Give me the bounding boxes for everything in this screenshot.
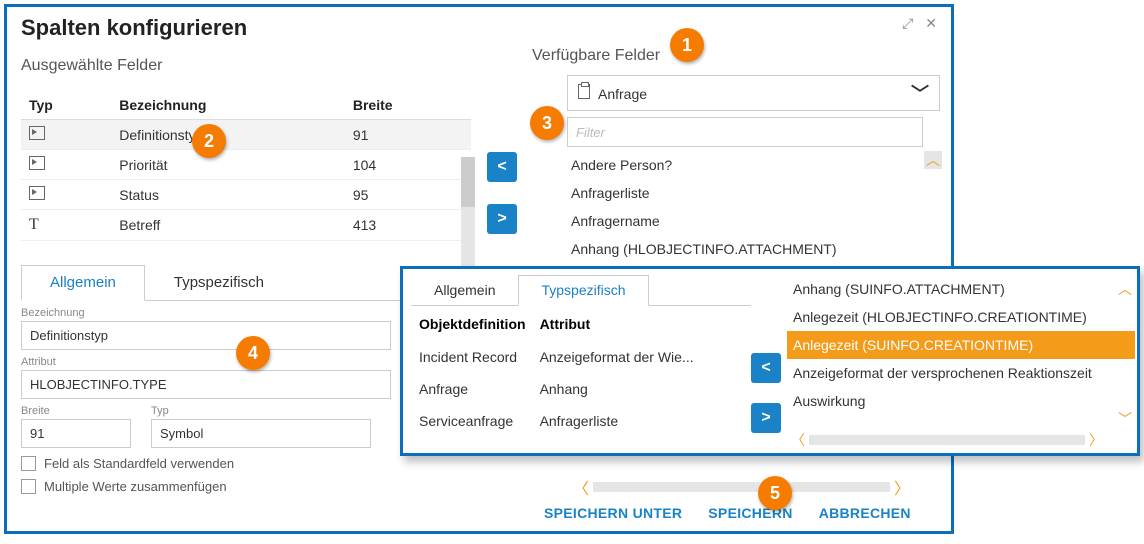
list-item[interactable]: Anzeigeformat der versprochenen Reaktion… [787,359,1135,387]
list-item[interactable]: Anfragername [567,207,937,235]
checkbox-standard[interactable] [21,456,36,471]
callout-4: 4 [236,336,270,370]
table-row[interactable]: T Betreff 413 [21,210,471,241]
move-right-button[interactable]: > [487,204,517,234]
col-attribut: Attribut [534,308,700,340]
overlay-move-left-button[interactable]: < [751,353,781,383]
checkbox-multiple-label: Multiple Werte zusammenfügen [44,479,227,494]
col-typ: Typ [21,91,111,120]
typspezifisch-overlay: Allgemein Typspezifisch Objektdefinition… [400,266,1140,456]
callout-3: 3 [530,106,564,140]
image-icon [29,186,45,200]
expand-icon[interactable]: ⤢ [902,15,913,32]
clipboard-icon [578,84,590,99]
callout-5: 5 [758,476,792,510]
table-row[interactable]: ServiceanfrageAnfragerliste [413,406,700,436]
table-row[interactable]: Definitionstyp 91 [21,120,471,150]
selected-fields-table: Typ Bezeichnung Breite Definitionstyp 91… [21,91,471,241]
scroll-left-icon[interactable]: 〈 [569,475,593,499]
table-row[interactable]: Incident RecordAnzeigeformat der Wie... [413,342,700,372]
scroll-up-icon[interactable]: ︿ [924,151,942,169]
table-row[interactable]: Status 95 [21,180,471,210]
list-item[interactable]: Anlegezeit (HLOBJECTINFO.CREATIONTIME) [787,303,1135,331]
scroll-right-icon[interactable]: 〉 [1085,430,1107,450]
list-item[interactable]: Auswirkung [787,387,1135,415]
close-icon[interactable]: ✕ [925,15,937,32]
col-bez: Bezeichnung [111,91,345,120]
overlay-vertical-scrollbar[interactable]: ︿ ﹀ [1117,279,1133,429]
scroll-left-icon[interactable]: 〈 [787,430,809,450]
cancel-button[interactable]: ABBRECHEN [819,505,911,521]
checkbox-multiple[interactable] [21,479,36,494]
input-typ[interactable] [151,419,371,448]
list-item[interactable]: Anlegezeit (SUINFO.CREATIONTIME) [787,331,1135,359]
col-objektdefinition: Objektdefinition [413,308,532,340]
save-as-button[interactable]: SPEICHERN UNTER [544,505,682,521]
overlay-move-right-button[interactable]: > [751,403,781,433]
label-typ: Typ [151,405,371,417]
dialog-title: Spalten konfigurieren [21,15,247,41]
overlay-tab-typspezifisch[interactable]: Typspezifisch [518,275,648,306]
move-left-button[interactable]: < [487,152,517,182]
available-fields-list: Andere Person? Anfragerliste Anfragernam… [567,151,937,263]
overlay-tab-allgemein[interactable]: Allgemein [411,275,518,305]
tab-allgemein[interactable]: Allgemein [21,265,145,301]
input-attribut[interactable] [21,370,391,399]
list-item[interactable]: Anfragerliste [567,179,937,207]
available-fields-title: Verfügbare Felder [532,47,942,65]
object-select[interactable]: Anfrage ﹀ [567,75,940,111]
callout-2: 2 [192,124,226,158]
callout-1: 1 [670,28,704,62]
overlay-available-list: Anhang (SUINFO.ATTACHMENT) Anlegezeit (H… [787,275,1135,415]
filter-input[interactable]: Filter [567,117,923,147]
col-breite: Breite [345,91,471,120]
label-breite: Breite [21,405,131,417]
image-icon [29,126,45,140]
image-icon [29,156,45,170]
selected-fields-title: Ausgewählte Felder [21,57,471,75]
input-bezeichnung[interactable] [21,321,391,350]
checkbox-standard-label: Feld als Standardfeld verwenden [44,456,234,471]
overlay-table: Objektdefinition Attribut Incident Recor… [411,306,702,438]
text-icon: T [29,216,39,233]
list-item[interactable]: Anhang (HLOBJECTINFO.ATTACHMENT) [567,235,937,263]
overlay-horizontal-scrollbar[interactable]: 〈 〉 [787,433,1107,447]
horizontal-scrollbar[interactable]: 〈 〉 [569,479,914,495]
table-row[interactable]: AnfrageAnhang [413,374,700,404]
scroll-right-icon[interactable]: 〉 [890,475,914,499]
input-breite[interactable] [21,419,131,448]
tab-typspezifisch[interactable]: Typspezifisch [145,265,293,300]
list-item[interactable]: Andere Person? [567,151,937,179]
scroll-down-icon[interactable]: ﹀ [1118,409,1132,429]
chevron-down-icon: ﹀ [911,80,929,106]
scroll-up-icon[interactable]: ︿ [1118,279,1132,299]
list-item[interactable]: Anhang (SUINFO.ATTACHMENT) [787,275,1135,303]
table-row[interactable]: Priorität 104 [21,150,471,180]
